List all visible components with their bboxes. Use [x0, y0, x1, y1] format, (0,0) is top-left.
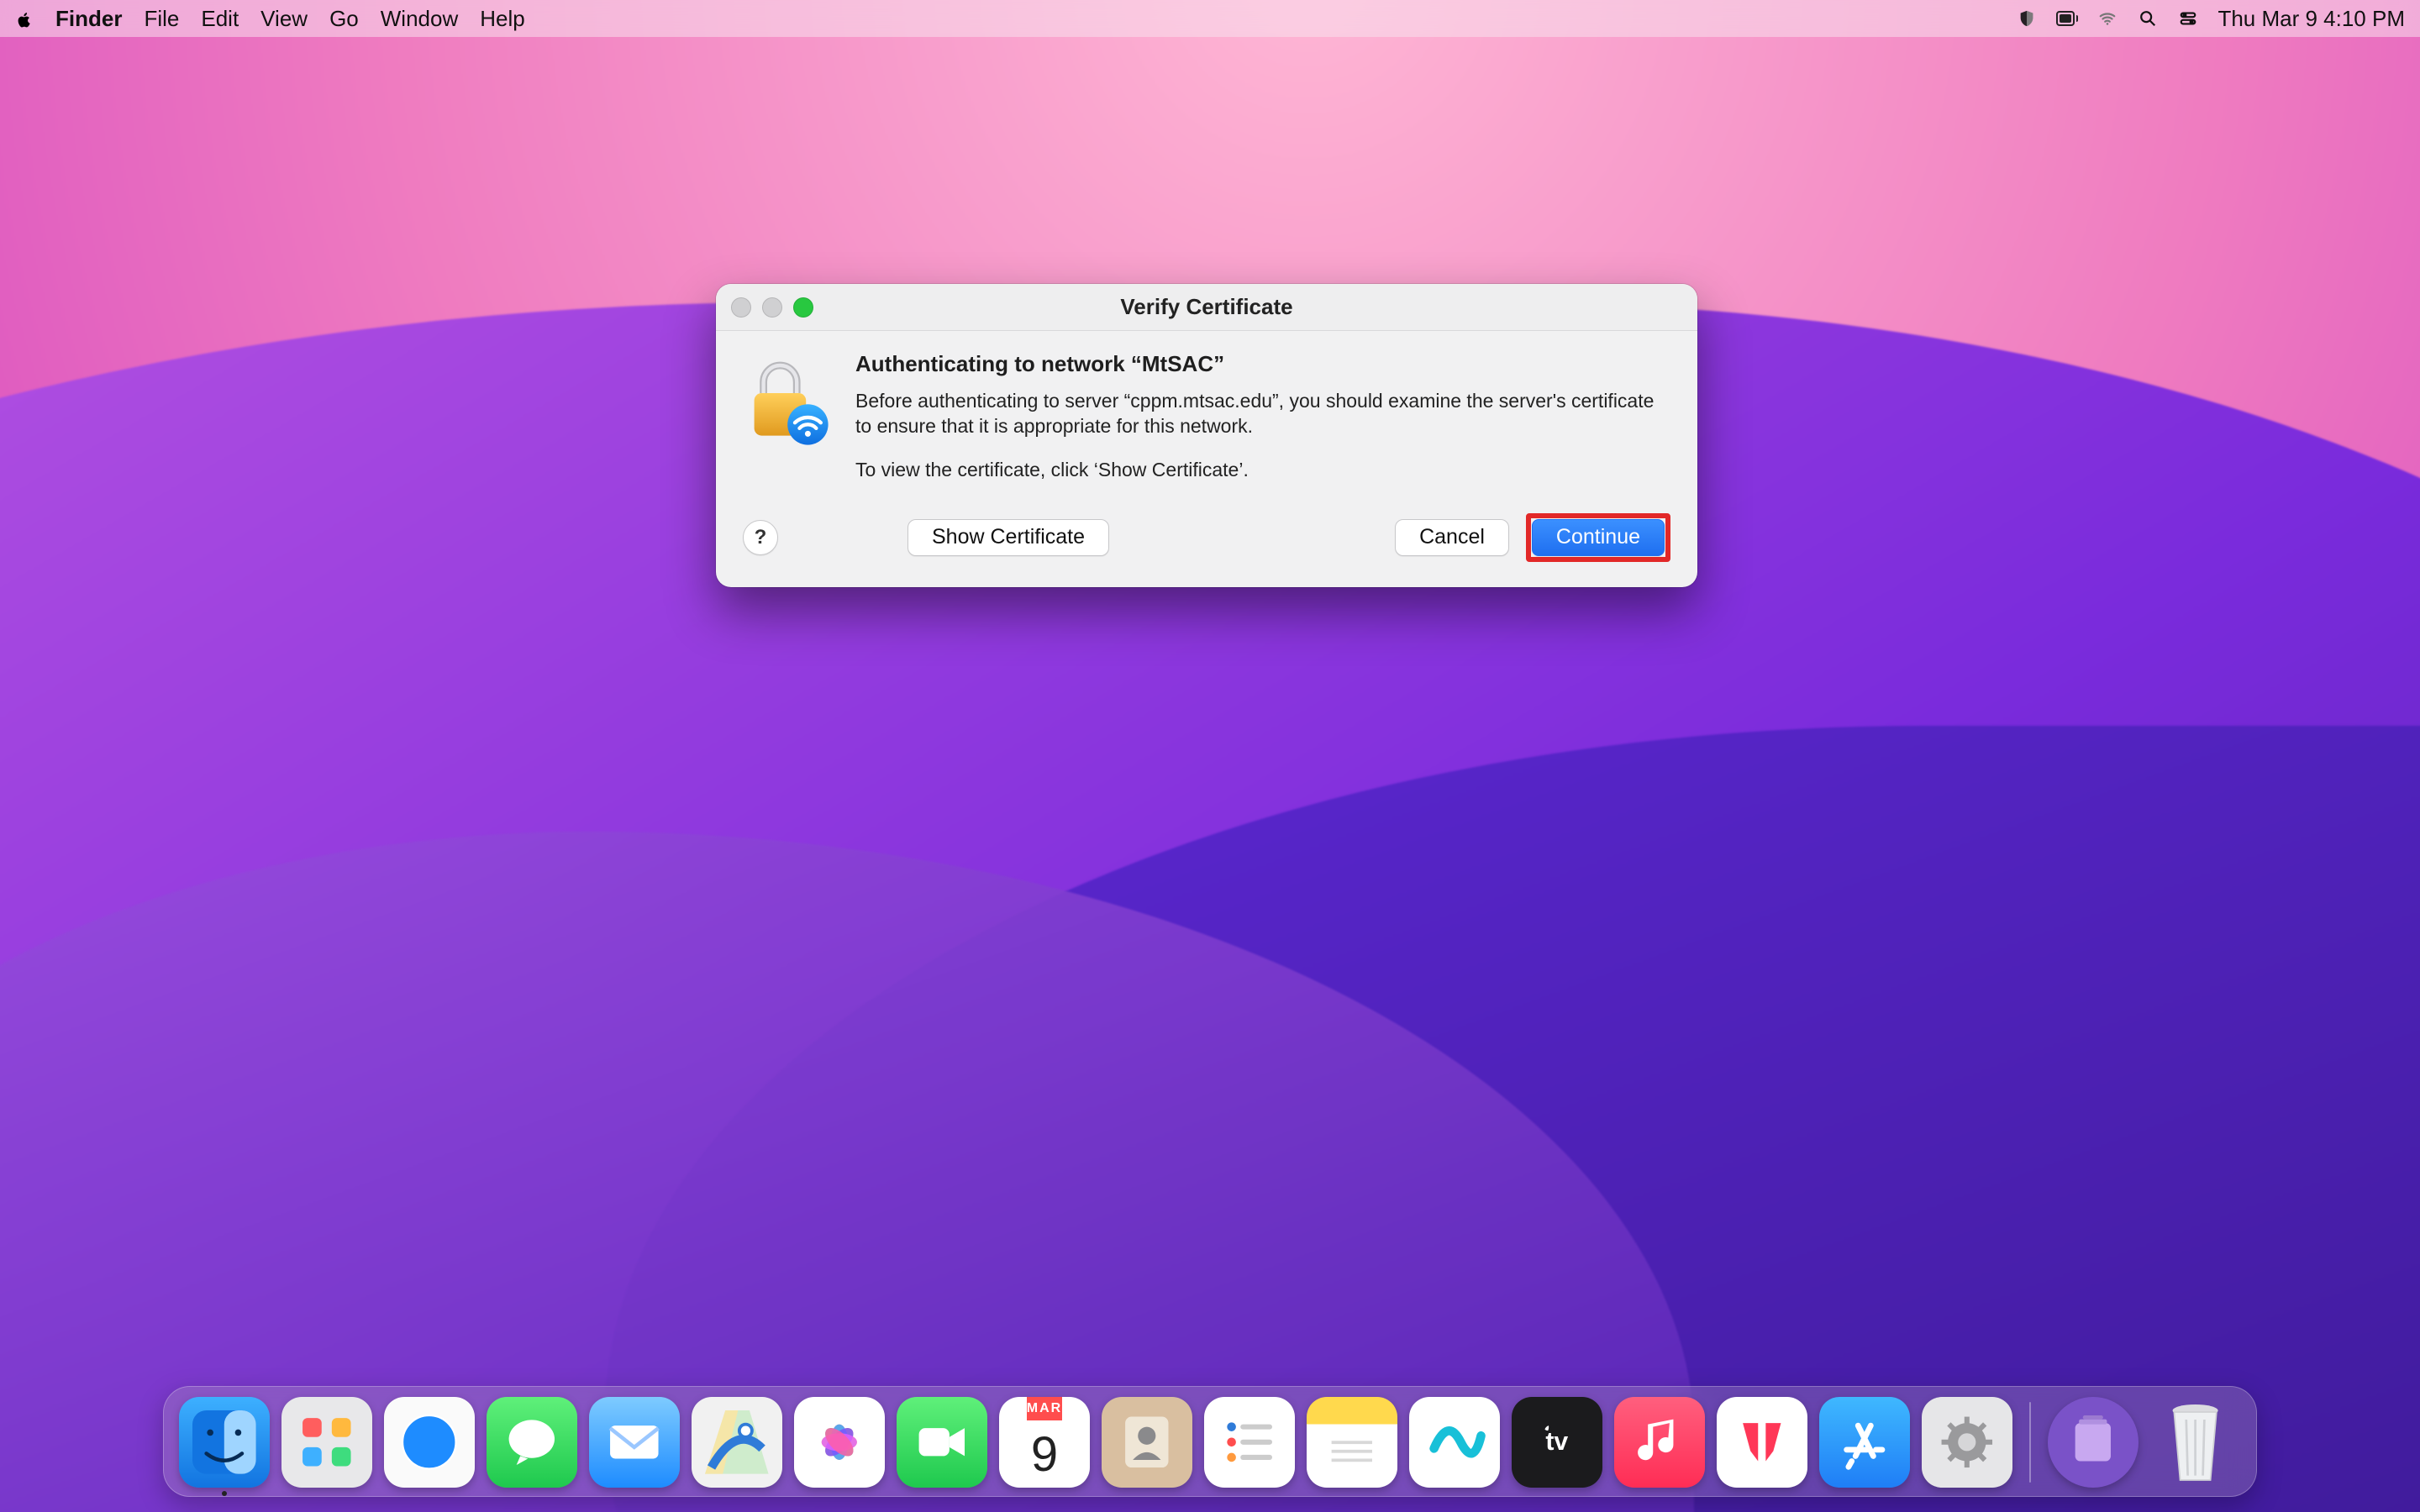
certificate-wifi-lock-icon	[739, 356, 832, 449]
menu-window[interactable]: Window	[381, 6, 458, 32]
running-indicator	[222, 1491, 227, 1496]
dock-app-launchpad[interactable]	[281, 1397, 372, 1488]
privacy-indicator-icon[interactable]	[2016, 10, 2038, 27]
dock-separator	[2029, 1402, 2031, 1483]
dock-app-contacts[interactable]	[1102, 1397, 1192, 1488]
dock-app-reminders[interactable]	[1204, 1397, 1295, 1488]
window-close-button	[731, 297, 751, 318]
menu-bar-clock[interactable]: Thu Mar 9 4:10 PM	[2217, 6, 2405, 32]
dock-app-system-settings[interactable]	[1922, 1397, 2012, 1488]
dock-app-news[interactable]	[1717, 1397, 1807, 1488]
dialog-body-text-1: Before authenticating to server “cppm.mt…	[855, 389, 1664, 439]
dock: MAR 9 tv	[163, 1386, 2257, 1497]
dialog-title: Verify Certificate	[1120, 294, 1292, 320]
dialog-body-text-2: To view the certificate, click ‘Show Cer…	[855, 458, 1664, 483]
dock-app-freeform[interactable]	[1409, 1397, 1500, 1488]
menu-help[interactable]: Help	[480, 6, 524, 32]
continue-button[interactable]: Continue	[1532, 519, 1665, 556]
dock-downloads-stack[interactable]	[2048, 1397, 2139, 1488]
dock-trash[interactable]	[2150, 1397, 2241, 1488]
dock-app-messages[interactable]	[487, 1397, 577, 1488]
calendar-month-label: MAR	[1027, 1397, 1062, 1420]
verify-certificate-dialog: Verify Certificate	[716, 284, 1697, 587]
svg-text:tv: tv	[1546, 1428, 1569, 1456]
dialog-heading: Authenticating to network “MtSAC”	[855, 351, 1664, 377]
dialog-titlebar[interactable]: Verify Certificate	[716, 284, 1697, 331]
menu-view[interactable]: View	[260, 6, 308, 32]
spotlight-search-icon[interactable]	[2137, 10, 2159, 27]
dock-app-maps[interactable]	[692, 1397, 782, 1488]
window-minimize-button	[762, 297, 782, 318]
menu-edit[interactable]: Edit	[201, 6, 239, 32]
desktop-wallpaper	[0, 0, 2420, 1512]
dock-app-finder[interactable]	[179, 1397, 270, 1488]
dock-app-photos[interactable]	[794, 1397, 885, 1488]
active-app-name[interactable]: Finder	[55, 6, 122, 32]
show-certificate-button[interactable]: Show Certificate	[908, 519, 1109, 556]
dock-app-music[interactable]	[1614, 1397, 1705, 1488]
control-center-icon[interactable]	[2177, 10, 2199, 27]
battery-icon[interactable]	[2056, 10, 2078, 27]
continue-button-highlight: Continue	[1526, 513, 1670, 562]
dock-app-facetime[interactable]	[897, 1397, 987, 1488]
calendar-day-label: 9	[1031, 1420, 1058, 1488]
apple-menu-icon[interactable]	[15, 9, 34, 28]
menu-file[interactable]: File	[144, 6, 179, 32]
window-zoom-button[interactable]	[793, 297, 813, 318]
menu-go[interactable]: Go	[329, 6, 359, 32]
cancel-button[interactable]: Cancel	[1395, 519, 1509, 556]
dock-app-tv[interactable]: tv	[1512, 1397, 1602, 1488]
dock-app-notes[interactable]	[1307, 1397, 1397, 1488]
wifi-icon[interactable]	[2096, 10, 2118, 27]
dock-app-calendar[interactable]: MAR 9	[999, 1397, 1090, 1488]
menu-bar: Finder File Edit View Go Window Help Thu…	[0, 0, 2420, 37]
dock-app-mail[interactable]	[589, 1397, 680, 1488]
help-button[interactable]: ?	[743, 520, 778, 555]
dock-app-safari[interactable]	[384, 1397, 475, 1488]
dock-app-appstore[interactable]	[1819, 1397, 1910, 1488]
